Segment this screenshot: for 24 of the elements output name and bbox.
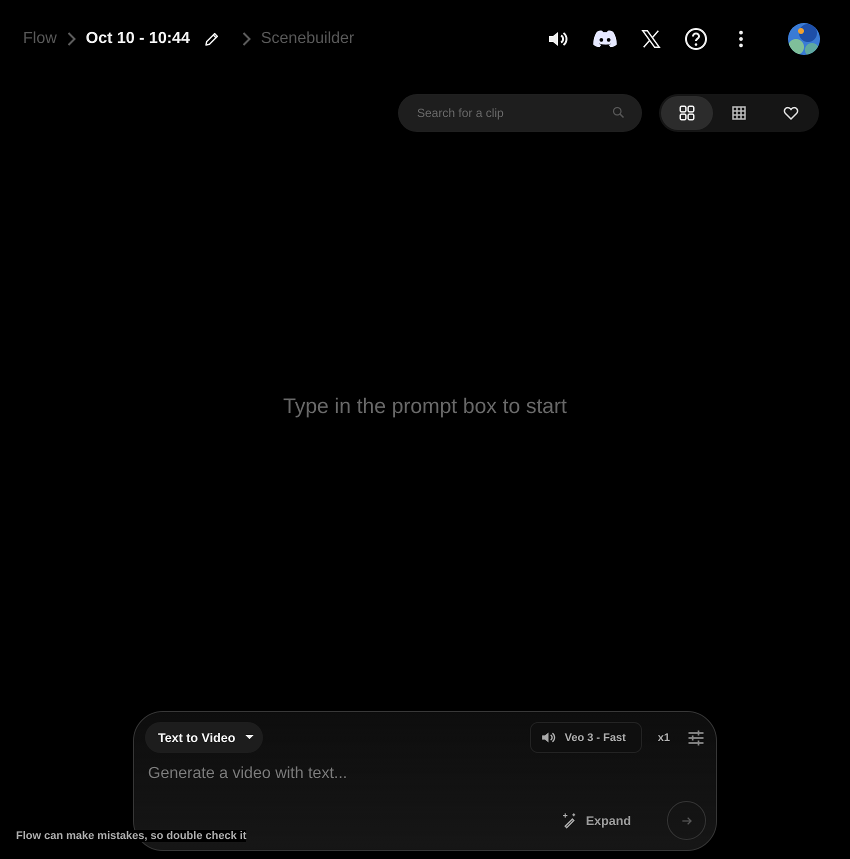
- expand-button[interactable]: Expand: [554, 811, 637, 830]
- breadcrumb-link[interactable]: Oct 10 - 10:44: [86, 30, 190, 48]
- mode-dropdown[interactable]: Text to Video: [145, 722, 264, 753]
- help-icon[interactable]: [684, 27, 708, 51]
- pencil-icon[interactable]: [204, 31, 220, 47]
- game-controller-icon[interactable]: [592, 29, 618, 49]
- search-icon: [611, 105, 626, 120]
- view-button[interactable]: [661, 96, 713, 130]
- x-logo-icon[interactable]: [640, 28, 662, 50]
- search-field[interactable]: Search for a clip: [398, 94, 642, 132]
- model-button[interactable]: Veo 3 - Fast: [530, 722, 642, 753]
- prompt-input[interactable]: Generate a video with text...: [145, 765, 706, 801]
- large-grid-icon: [678, 104, 696, 122]
- avatar[interactable]: [788, 23, 820, 55]
- empty-state-message: Type in the prompt box to start: [283, 394, 567, 418]
- chevron-icon: [66, 32, 76, 46]
- settings-icon[interactable]: [686, 728, 706, 748]
- caret-icon: [245, 735, 254, 740]
- chevron-icon: [242, 32, 251, 46]
- count-button[interactable]: x1: [652, 732, 676, 744]
- disclaimer: Flow can make mistakes, so double check it: [16, 830, 246, 842]
- small-grid-icon: [730, 104, 748, 122]
- heart-icon: [782, 104, 800, 122]
- magic-pencil-icon: [560, 812, 578, 829]
